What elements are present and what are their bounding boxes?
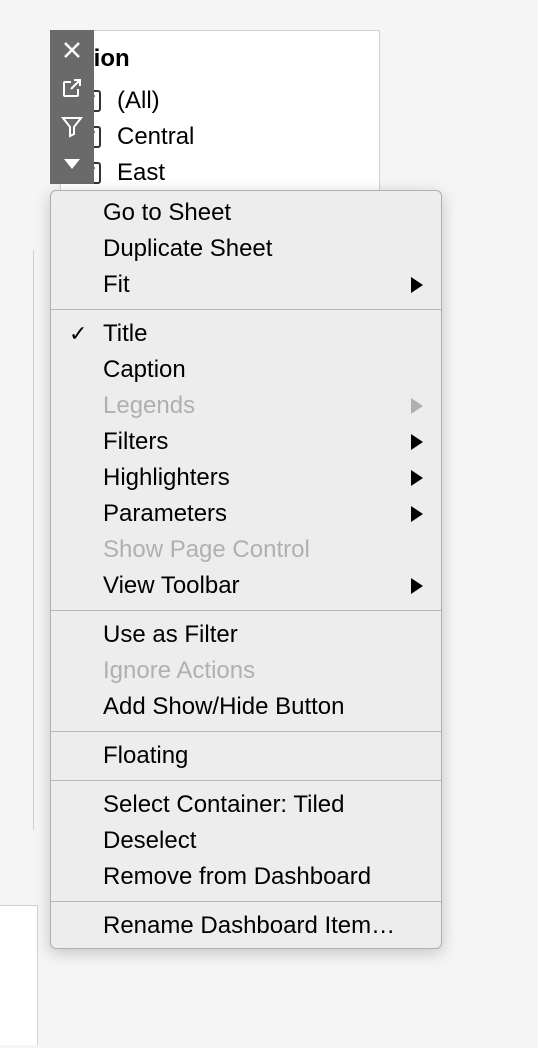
dropdown-icon[interactable] bbox=[58, 150, 86, 178]
menu-item-label: Select Container: Tiled bbox=[103, 791, 344, 819]
menu-item-label: Legends bbox=[103, 392, 195, 420]
menu-item-label: View Toolbar bbox=[103, 572, 240, 600]
menu-item-label: Floating bbox=[103, 742, 188, 770]
menu-item-label: Use as Filter bbox=[103, 621, 238, 649]
filter-icon[interactable] bbox=[58, 112, 86, 140]
menu-item-label: Go to Sheet bbox=[103, 199, 231, 227]
menu-item-label: Remove from Dashboard bbox=[103, 863, 371, 891]
close-icon[interactable] bbox=[58, 36, 86, 64]
menu-show-page-control: Show Page Control bbox=[51, 532, 441, 568]
menu-item-label: Add Show/Hide Button bbox=[103, 693, 345, 721]
chevron-right-icon bbox=[411, 398, 423, 414]
open-external-icon[interactable] bbox=[58, 74, 86, 102]
filter-item-label: (All) bbox=[117, 87, 160, 115]
chevron-right-icon bbox=[411, 277, 423, 293]
chevron-right-icon bbox=[411, 470, 423, 486]
background-line bbox=[33, 250, 34, 830]
menu-highlighters[interactable]: Highlighters bbox=[51, 460, 441, 496]
menu-deselect[interactable]: Deselect bbox=[51, 823, 441, 859]
menu-fit[interactable]: Fit bbox=[51, 267, 441, 303]
menu-duplicate-sheet[interactable]: Duplicate Sheet bbox=[51, 231, 441, 267]
menu-separator bbox=[51, 309, 441, 310]
menu-separator bbox=[51, 780, 441, 781]
menu-item-label: Fit bbox=[103, 271, 130, 299]
menu-item-label: Deselect bbox=[103, 827, 196, 855]
menu-view-toolbar[interactable]: View Toolbar bbox=[51, 568, 441, 604]
menu-item-label: Caption bbox=[103, 356, 186, 384]
menu-rename-dashboard-item[interactable]: Rename Dashboard Item… bbox=[51, 908, 441, 944]
check-icon: ✓ bbox=[69, 321, 87, 347]
context-menu: Go to Sheet Duplicate Sheet Fit ✓ Title … bbox=[50, 190, 442, 949]
menu-separator bbox=[51, 731, 441, 732]
menu-legends: Legends bbox=[51, 388, 441, 424]
menu-title[interactable]: ✓ Title bbox=[51, 316, 441, 352]
menu-select-container[interactable]: Select Container: Tiled bbox=[51, 787, 441, 823]
menu-parameters[interactable]: Parameters bbox=[51, 496, 441, 532]
menu-item-label: Highlighters bbox=[103, 464, 230, 492]
menu-separator bbox=[51, 610, 441, 611]
menu-remove-from-dashboard[interactable]: Remove from Dashboard bbox=[51, 859, 441, 895]
menu-item-label: Rename Dashboard Item… bbox=[103, 912, 395, 940]
menu-item-label: Show Page Control bbox=[103, 536, 310, 564]
chevron-right-icon bbox=[411, 506, 423, 522]
menu-item-label: Parameters bbox=[103, 500, 227, 528]
menu-ignore-actions: Ignore Actions bbox=[51, 653, 441, 689]
menu-filters[interactable]: Filters bbox=[51, 424, 441, 460]
filter-item-central[interactable]: Central bbox=[61, 119, 379, 155]
filter-item-all[interactable]: (All) bbox=[61, 83, 379, 119]
menu-go-to-sheet[interactable]: Go to Sheet bbox=[51, 195, 441, 231]
menu-use-as-filter[interactable]: Use as Filter bbox=[51, 617, 441, 653]
worksheet-side-toolbar bbox=[50, 30, 94, 184]
filter-item-label: East bbox=[117, 159, 165, 187]
filter-item-east[interactable]: East bbox=[61, 155, 379, 191]
menu-item-label: Ignore Actions bbox=[103, 657, 255, 685]
menu-item-label: Title bbox=[103, 320, 147, 348]
filter-item-label: Central bbox=[117, 123, 194, 151]
menu-separator bbox=[51, 901, 441, 902]
menu-add-show-hide-button[interactable]: Add Show/Hide Button bbox=[51, 689, 441, 725]
menu-item-label: Duplicate Sheet bbox=[103, 235, 272, 263]
background-panel bbox=[0, 905, 38, 1045]
menu-caption[interactable]: Caption bbox=[51, 352, 441, 388]
chevron-right-icon bbox=[411, 434, 423, 450]
region-filter-panel: gion (All) Central East bbox=[60, 30, 380, 200]
chevron-right-icon bbox=[411, 578, 423, 594]
filter-title: gion bbox=[61, 39, 379, 83]
menu-floating[interactable]: Floating bbox=[51, 738, 441, 774]
menu-item-label: Filters bbox=[103, 428, 168, 456]
